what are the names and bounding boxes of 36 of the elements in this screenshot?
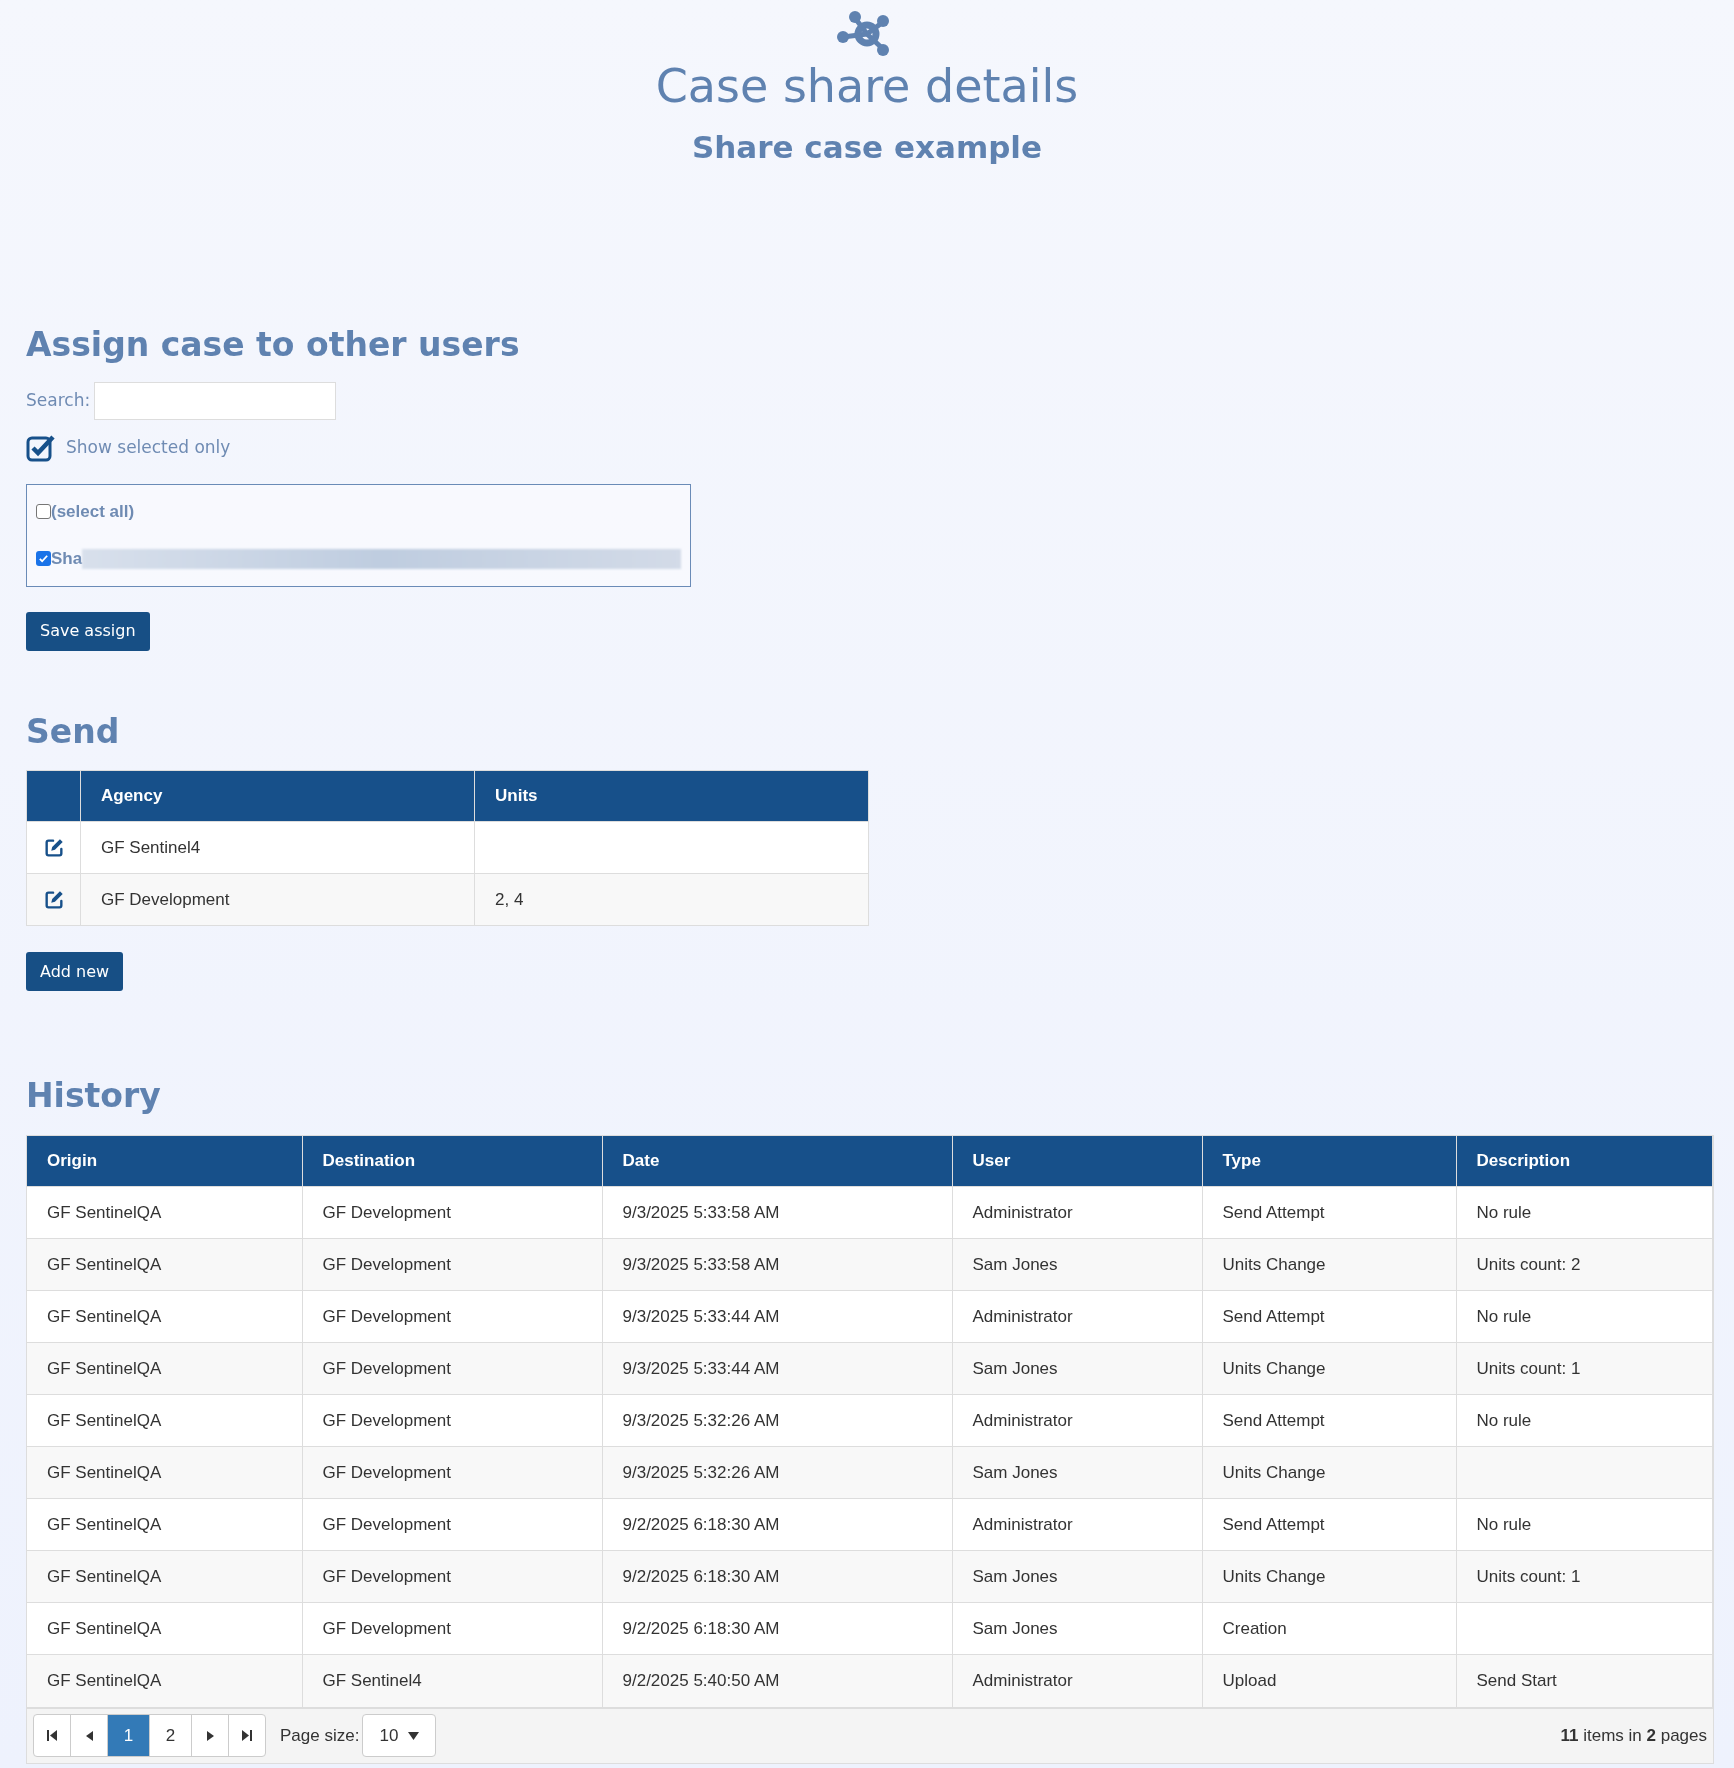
checkmark-icon: [38, 553, 49, 565]
page-title: Case share details: [654, 58, 1080, 115]
previous-page-icon: [85, 1730, 93, 1741]
table-cell: 9/2/2025 5:40:50 AM: [602, 1654, 952, 1707]
save-assign-button[interactable]: Save assign: [26, 611, 150, 651]
page-size-dropdown[interactable]: 10: [362, 1714, 437, 1757]
table-cell: Send Start: [1456, 1654, 1713, 1707]
table-cell: 2, 4: [474, 873, 869, 926]
section-heading: History: [26, 1075, 162, 1117]
list-item-label: Sha: [51, 548, 83, 570]
last-page-icon: [242, 1730, 252, 1741]
caret-icon: [408, 1731, 420, 1740]
pager-summary: 11 items in 2 pages: [1560, 1724, 1707, 1747]
section-heading: Assign case to other users: [26, 324, 521, 366]
edit-icon[interactable]: [42, 836, 65, 859]
table-cell: Upload: [1202, 1654, 1456, 1707]
page-button[interactable]: 2: [150, 1715, 192, 1756]
checkbox-label: Show selected only: [66, 435, 231, 459]
page-subtitle: Share case example: [690, 127, 1044, 167]
next-page-icon: [206, 1730, 214, 1741]
checkbox[interactable]: [36, 551, 51, 567]
checkbox-icon[interactable]: [26, 433, 56, 462]
table-cell: Administrator: [952, 1654, 1202, 1707]
page-button[interactable]: 1: [108, 1715, 150, 1756]
add-new-button[interactable]: Add new: [26, 952, 124, 991]
section-heading: Send: [26, 710, 121, 753]
search-label: Search:: [26, 388, 91, 412]
first-page-icon: [47, 1730, 57, 1741]
table-cell: GF Sentinel4: [302, 1654, 602, 1707]
table-cell: GF SentinelQA: [27, 1654, 302, 1707]
checkbox[interactable]: [36, 503, 51, 519]
table-cell: GF Development: [80, 873, 475, 926]
list-item-label: (select all): [51, 500, 135, 523]
edit-icon[interactable]: [42, 888, 65, 911]
search-field[interactable]: [94, 381, 337, 420]
page-size-label: Page size:: [280, 1724, 360, 1747]
